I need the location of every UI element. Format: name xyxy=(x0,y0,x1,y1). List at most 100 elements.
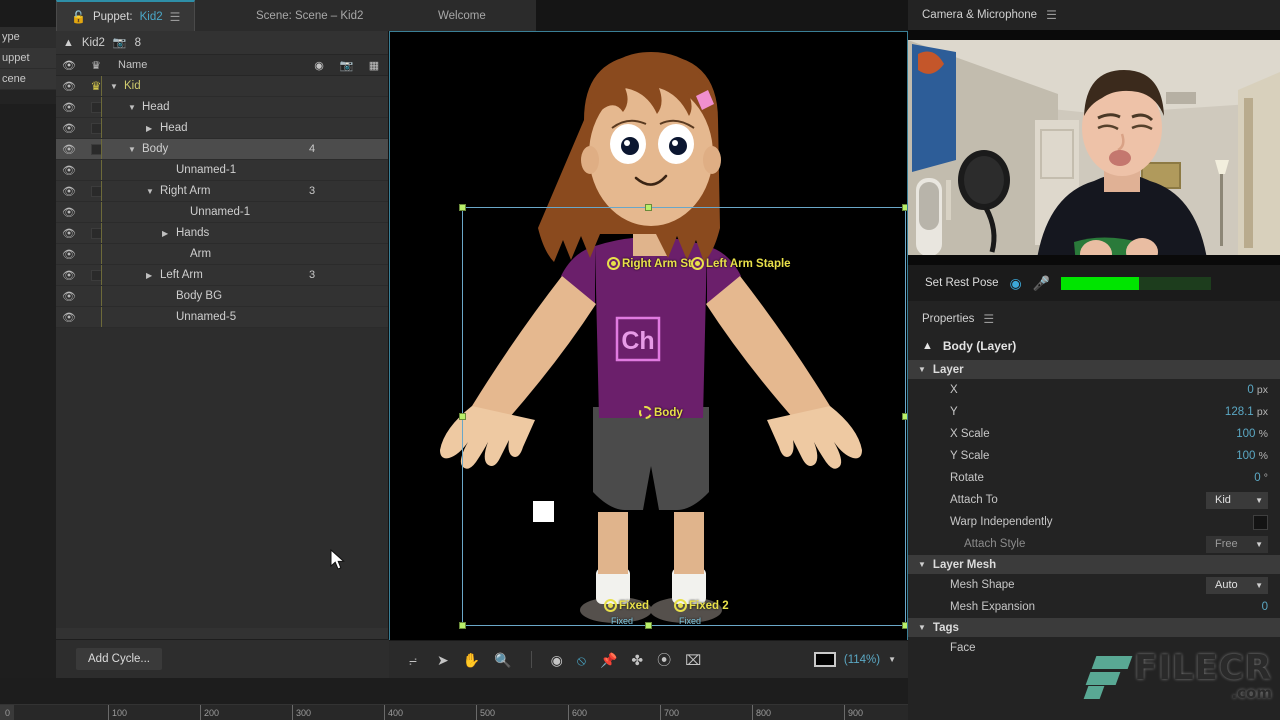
disclosure-triangle-icon[interactable]: ▼ xyxy=(128,145,137,154)
selection-handle-tr[interactable] xyxy=(902,204,907,211)
property-value[interactable]: 100 % xyxy=(1236,450,1268,462)
hamburger-icon[interactable]: ☰ xyxy=(983,312,994,326)
hand-tool-icon[interactable]: ✋ xyxy=(463,653,480,667)
property-value[interactable]: 0 px xyxy=(1247,384,1268,396)
canvas-annotation[interactable]: Fixed 2 xyxy=(674,599,729,612)
microphone-icon[interactable]: 🎤 xyxy=(1033,275,1050,292)
property-value[interactable]: 0 ° xyxy=(1254,472,1268,484)
selection-handle-tl[interactable] xyxy=(459,204,466,211)
hamburger-icon[interactable]: ☰ xyxy=(170,10,181,24)
tab-welcome[interactable]: Welcome xyxy=(424,0,500,31)
layer-row[interactable]: 👁♛▼Kid xyxy=(56,76,388,97)
eye-icon[interactable]: 👁 xyxy=(56,143,82,156)
timeline-ruler[interactable]: 0100200300400500600700800900 xyxy=(0,704,908,720)
staple-tool-icon[interactable]: ⦸ xyxy=(577,653,586,667)
layer-row[interactable]: 👁▼Head xyxy=(56,97,388,118)
chevron-down-icon[interactable]: ▼ xyxy=(888,655,896,664)
chevron-down-icon[interactable]: ▼ xyxy=(1255,496,1263,505)
canvas-origin-button[interactable]: ⨬ xyxy=(389,653,437,667)
eye-icon[interactable]: 👁 xyxy=(56,311,82,324)
disclosure-triangle-icon[interactable]: ▶ xyxy=(146,124,155,133)
camera-icon[interactable]: ◉ xyxy=(1010,275,1022,292)
selection-handle-bl[interactable] xyxy=(459,622,466,629)
eye-icon[interactable]: 👁 xyxy=(56,185,82,198)
background-color-swatch[interactable] xyxy=(814,652,836,667)
property-section-header[interactable]: ▼Layer Mesh xyxy=(908,555,1280,574)
property-dropdown[interactable]: Auto▼ xyxy=(1206,577,1268,594)
staple-pin-icon[interactable] xyxy=(691,257,704,270)
property-dropdown[interactable]: Kid▼ xyxy=(1206,492,1268,509)
layer-row[interactable]: 👁▶Left Arm3 xyxy=(56,265,388,286)
disclosure-triangle-icon[interactable]: ▼ xyxy=(918,623,926,632)
disclosure-triangle-icon[interactable]: ▼ xyxy=(128,103,137,112)
staple-pin-icon[interactable] xyxy=(674,599,687,612)
disclosure-triangle-icon[interactable]: ▼ xyxy=(110,82,119,91)
disclosure-triangle-icon[interactable]: ▶ xyxy=(146,271,155,280)
pin-tool-icon[interactable]: 📌 xyxy=(600,653,617,667)
puppet-canvas[interactable]: Ch Right Arm StLeft Arm StapleBodyFixedF… xyxy=(389,31,908,678)
eye-icon[interactable]: 👁 xyxy=(56,101,82,114)
eye-icon[interactable]: 👁 xyxy=(56,248,82,261)
property-value[interactable]: 128.1 px xyxy=(1225,406,1268,418)
layer-row[interactable]: 👁▼Right Arm3 xyxy=(56,181,388,202)
eye-icon[interactable]: 👁 xyxy=(56,164,82,177)
property-value[interactable]: 0 xyxy=(1262,601,1268,613)
stick-tool-icon[interactable]: ⌧ xyxy=(685,653,701,667)
selection-handle-mb[interactable] xyxy=(645,622,652,629)
handle-tool-icon[interactable]: ⦿ xyxy=(657,653,671,667)
layer-row[interactable]: 👁Unnamed-1 xyxy=(56,160,388,181)
eye-icon[interactable]: 👁 xyxy=(56,122,82,135)
layer-row[interactable]: 👁Body BG xyxy=(56,286,388,307)
tab-puppet-kid2[interactable]: 🔓 Puppet: Kid2 ☰ xyxy=(56,0,195,31)
disclosure-triangle-icon[interactable]: ▶ xyxy=(162,229,171,238)
webcam-preview[interactable] xyxy=(908,30,1280,265)
selection-handle-ml[interactable] xyxy=(459,413,466,420)
hamburger-icon[interactable]: ☰ xyxy=(1046,8,1057,22)
chevron-down-icon[interactable]: ▼ xyxy=(1255,540,1263,549)
layer-row[interactable]: 👁Unnamed-1 xyxy=(56,202,388,223)
staple-pin-icon[interactable] xyxy=(607,257,620,270)
dangle-tool-icon[interactable]: ✤ xyxy=(631,653,643,667)
left-panel-row-puppet[interactable]: uppet xyxy=(0,48,56,69)
disclosure-triangle-icon[interactable]: ▼ xyxy=(918,560,926,569)
eye-icon[interactable]: 👁 xyxy=(56,269,82,282)
property-value[interactable]: 100 % xyxy=(1236,428,1268,440)
selection-handle-br[interactable] xyxy=(902,622,907,629)
layer-row[interactable]: 👁▶Hands xyxy=(56,223,388,244)
left-panel-row-type[interactable]: ype xyxy=(0,27,56,48)
canvas-annotation[interactable]: Body xyxy=(639,406,683,419)
eye-icon[interactable]: 👁 xyxy=(56,206,82,219)
property-section-header[interactable]: ▼Layer xyxy=(908,360,1280,379)
origin-pin-icon[interactable]: ◉ xyxy=(551,653,563,667)
layer-row[interactable]: 👁Unnamed-5 xyxy=(56,307,388,328)
canvas-annotation[interactable]: Left Arm Staple xyxy=(691,257,791,270)
timeline-panel[interactable]: 0100200300400500600700800900 xyxy=(0,678,908,720)
tab-scene-kid2[interactable]: Scene: Scene – Kid2 xyxy=(242,0,377,31)
property-checkbox[interactable] xyxy=(1253,515,1268,530)
property-dropdown[interactable]: Free▼ xyxy=(1206,536,1268,553)
left-panel-row-scene[interactable]: cene xyxy=(0,69,56,90)
record-icon[interactable]: ◉ xyxy=(305,59,333,72)
eye-icon[interactable]: 👁 xyxy=(56,290,82,303)
origin-pin-icon[interactable] xyxy=(639,406,652,419)
keyboard-icon[interactable]: ▦ xyxy=(360,59,388,72)
layer-row[interactable]: 👁Arm xyxy=(56,244,388,265)
zoom-level-value[interactable]: (114%) xyxy=(844,654,880,666)
layer-row[interactable]: 👁▼Body4 xyxy=(56,139,388,160)
chevron-down-icon[interactable]: ▼ xyxy=(1255,581,1263,590)
disclosure-triangle-icon[interactable]: ▼ xyxy=(146,187,155,196)
eye-icon[interactable]: 👁 xyxy=(56,80,82,93)
selection-handle-mr[interactable] xyxy=(902,413,907,420)
selection-tool-icon[interactable]: ➤ xyxy=(437,653,449,667)
disclosure-triangle-icon[interactable]: ▼ xyxy=(918,365,926,374)
eye-icon[interactable]: 👁 xyxy=(56,227,82,240)
canvas-annotation[interactable]: Fixed xyxy=(604,599,649,612)
puppet-origin-icon[interactable]: ⨬ xyxy=(409,653,417,667)
zoom-tool-icon[interactable]: 🔍 xyxy=(494,653,511,667)
layer-row[interactable]: 👁▶Head xyxy=(56,118,388,139)
canvas-annotation[interactable]: Right Arm St xyxy=(607,257,692,270)
camera-icon[interactable]: 📷 xyxy=(333,59,360,72)
selection-handle-mt[interactable] xyxy=(645,204,652,211)
set-rest-pose-button[interactable]: Set Rest Pose xyxy=(925,277,999,289)
add-cycle-button[interactable]: Add Cycle... xyxy=(76,648,162,670)
